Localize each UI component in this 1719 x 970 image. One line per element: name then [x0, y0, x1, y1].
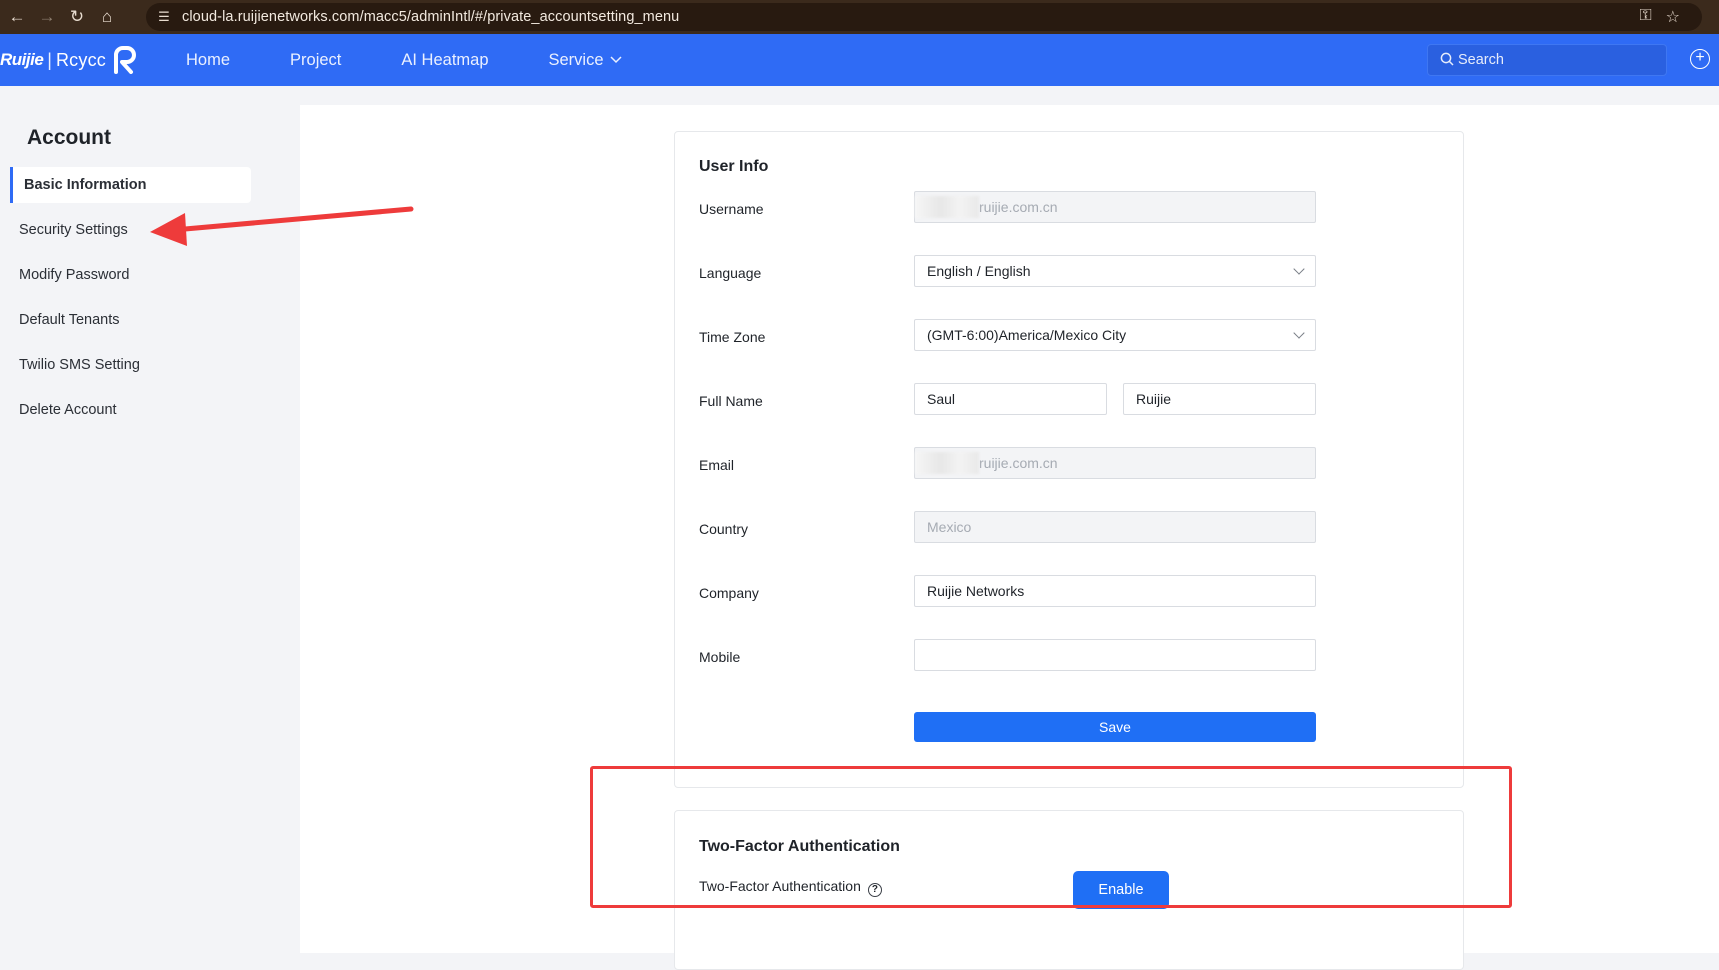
- menu-project[interactable]: Project: [290, 51, 341, 70]
- mobile-label: Mobile: [699, 649, 741, 665]
- sidebar-item-modify-password[interactable]: Modify Password: [10, 257, 251, 293]
- sidebar-item-delete-account[interactable]: Delete Account: [10, 392, 251, 428]
- reload-icon[interactable]: ↻: [64, 4, 90, 30]
- save-button[interactable]: Save: [914, 712, 1316, 742]
- sidebar-item-twilio-sms-setting[interactable]: Twilio SMS Setting: [10, 347, 251, 383]
- user-info-title: User Info: [699, 158, 769, 175]
- forward-icon[interactable]: →: [34, 4, 60, 30]
- main-content: User Info Username ruijie.com.cn Languag…: [300, 105, 1719, 970]
- star-icon[interactable]: ☆: [1666, 7, 1680, 27]
- fullname-label: Full Name: [699, 393, 763, 409]
- app-header: Ruijie | Rcycc Home Project AI Heatmap S…: [0, 34, 1719, 86]
- logo-mark-icon: [113, 46, 136, 74]
- two-factor-row: Two-Factor Authentication?: [699, 878, 882, 897]
- site-info-icon[interactable]: ☰: [154, 9, 174, 25]
- menu-service-label: Service: [548, 50, 604, 69]
- language-label: Language: [699, 265, 762, 281]
- add-circle-icon[interactable]: +: [1690, 49, 1710, 69]
- enable-button[interactable]: Enable: [1073, 871, 1169, 909]
- first-name-value: Saul: [927, 391, 956, 407]
- chevron-down-icon: [1293, 327, 1305, 339]
- email-value: ruijie.com.cn: [979, 455, 1058, 471]
- username-field: ruijie.com.cn: [914, 191, 1316, 223]
- logo-sub-brand: Rcycc: [55, 49, 106, 70]
- email-label: Email: [699, 457, 735, 473]
- key-icon[interactable]: ⚿: [1639, 7, 1651, 27]
- two-factor-title: Two-Factor Authentication: [699, 838, 900, 855]
- company-value: Ruijie Networks: [927, 583, 1025, 599]
- company-label: Company: [699, 585, 759, 601]
- search-placeholder: Search: [1458, 52, 1504, 68]
- search-input[interactable]: Search: [1427, 44, 1667, 76]
- logo-separator: |: [47, 49, 52, 70]
- sidebar-item-default-tenants[interactable]: Default Tenants: [10, 302, 251, 338]
- browser-toolbar: ← → ↻ ⌂ ☰ cloud-la.ruijienetworks.com/ma…: [0, 0, 1719, 34]
- last-name-value: Ruijie: [1136, 391, 1172, 407]
- language-value: English / English: [927, 263, 1031, 279]
- address-bar[interactable]: ☰ cloud-la.ruijienetworks.com/macc5/admi…: [146, 3, 1702, 31]
- redacted-blur: [915, 452, 979, 474]
- sidebar-title: Account: [27, 126, 111, 149]
- first-name-input[interactable]: Saul: [914, 383, 1107, 415]
- logo[interactable]: Ruijie | Rcycc: [0, 34, 138, 86]
- search-icon: [1440, 52, 1454, 69]
- country-label: Country: [699, 521, 749, 537]
- timezone-label: Time Zone: [699, 329, 766, 345]
- redacted-blur: [915, 196, 979, 218]
- sidebar-item-security-settings[interactable]: Security Settings: [10, 212, 251, 248]
- two-factor-label: Two-Factor Authentication: [699, 878, 861, 894]
- main-menu: Home Project AI Heatmap Service: [186, 34, 682, 86]
- menu-home[interactable]: Home: [186, 51, 230, 70]
- menu-service[interactable]: Service: [549, 51, 622, 70]
- mobile-input[interactable]: [914, 639, 1316, 671]
- email-field: ruijie.com.cn: [914, 447, 1316, 479]
- menu-ai-heatmap[interactable]: AI Heatmap: [401, 51, 488, 70]
- username-label: Username: [699, 201, 764, 217]
- two-factor-card: Two-Factor Authentication Two-Factor Aut…: [674, 810, 1464, 970]
- user-info-card: User Info Username ruijie.com.cn Languag…: [674, 131, 1464, 788]
- help-icon[interactable]: ?: [867, 883, 882, 897]
- home-icon[interactable]: ⌂: [94, 4, 120, 30]
- sidebar: Account Basic Information Security Setti…: [0, 86, 300, 953]
- timezone-select[interactable]: (GMT-6:00)America/Mexico City: [914, 319, 1316, 351]
- back-icon[interactable]: ←: [4, 4, 30, 30]
- last-name-input[interactable]: Ruijie: [1123, 383, 1316, 415]
- sidebar-item-basic-information[interactable]: Basic Information: [10, 167, 251, 203]
- chevron-down-icon: [610, 56, 622, 64]
- username-value: ruijie.com.cn: [979, 199, 1058, 215]
- logo-brand: Ruijie: [0, 50, 44, 69]
- timezone-value: (GMT-6:00)America/Mexico City: [927, 327, 1127, 343]
- url-text: cloud-la.ruijienetworks.com/macc5/adminI…: [182, 9, 680, 25]
- country-value: Mexico: [927, 519, 972, 535]
- company-input[interactable]: Ruijie Networks: [914, 575, 1316, 607]
- language-select[interactable]: English / English: [914, 255, 1316, 287]
- chevron-down-icon: [1293, 263, 1305, 275]
- country-field: Mexico: [914, 511, 1316, 543]
